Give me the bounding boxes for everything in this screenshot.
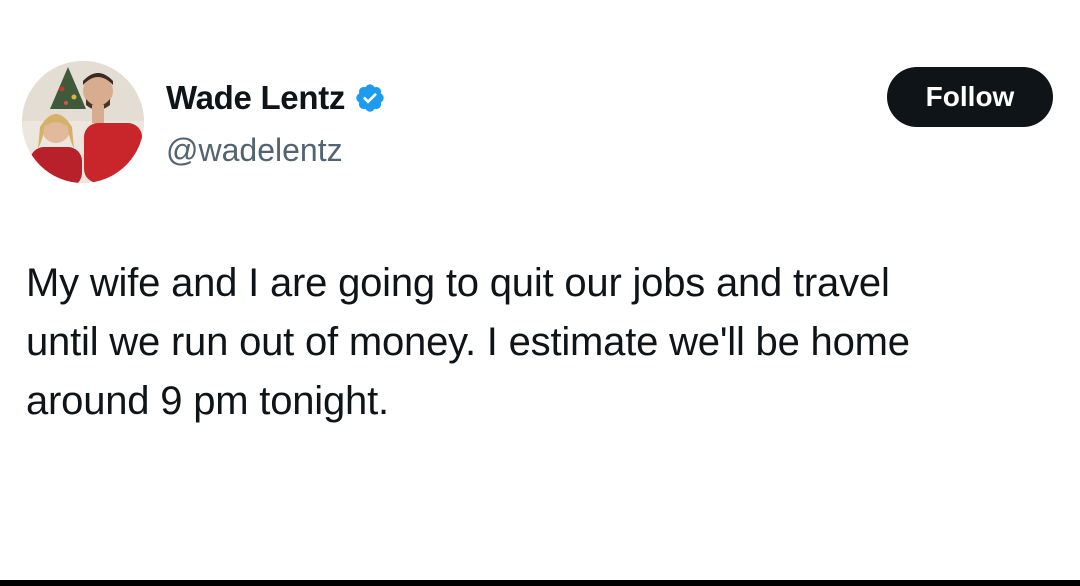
follow-button[interactable]: Follow bbox=[887, 67, 1053, 127]
tweet-text-line: My wife and I are going to quit our jobs… bbox=[26, 261, 890, 305]
author-handle[interactable]: @wadelentz bbox=[166, 131, 343, 169]
avatar[interactable] bbox=[22, 61, 144, 183]
tweet-card: Wade Lentz @wadelentz Follow My wife and… bbox=[0, 0, 1080, 580]
author-name-row: Wade Lentz bbox=[166, 78, 386, 118]
avatar-photo bbox=[22, 61, 144, 183]
bottom-divider bbox=[0, 580, 1080, 586]
verified-badge-icon[interactable] bbox=[354, 82, 386, 114]
tweet-text: My wife and I are going to quit our jobs… bbox=[26, 254, 1066, 431]
tweet-text-line: around 9 pm tonight. bbox=[26, 379, 389, 423]
author-display-name[interactable]: Wade Lentz bbox=[166, 78, 345, 118]
tweet-text-line: until we run out of money. I estimate we… bbox=[26, 320, 910, 364]
